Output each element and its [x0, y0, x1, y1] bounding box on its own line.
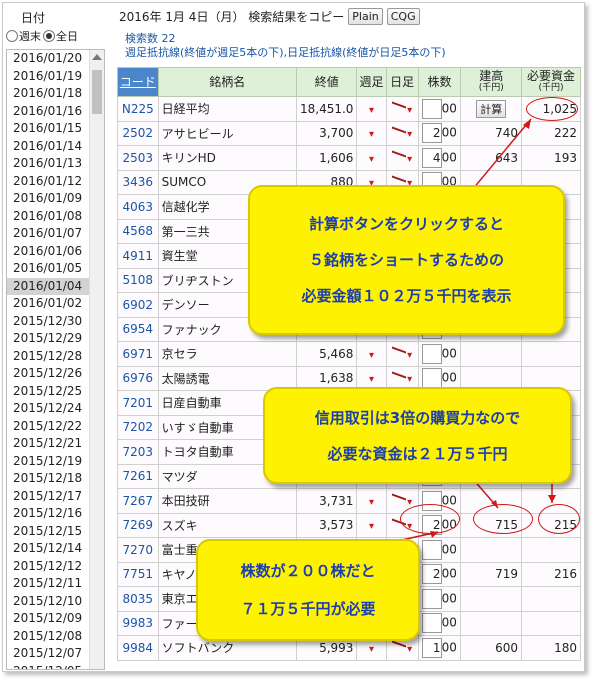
- callout-shares: 株数が２００株だと ７１万５千円が必要: [196, 539, 420, 641]
- callout-calc: 計算ボタンをクリックすると ５銘柄をショートするための 必要金額１０２万５千円を…: [248, 185, 565, 335]
- app-window: 日付 週末 全日 2016/01/20 2016/01/19 2016/01/18 2…: [2, 2, 585, 672]
- callout-margin: 信用取引は3倍の購買力なので 必要な資金は２１万５千円: [263, 387, 572, 484]
